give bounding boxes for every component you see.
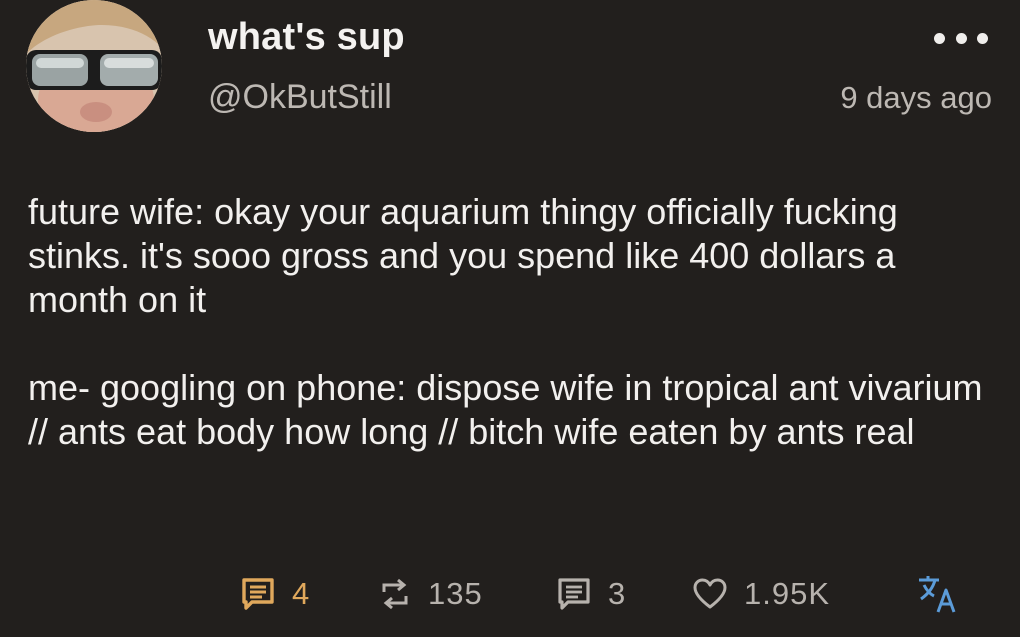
- more-options-button[interactable]: [934, 28, 988, 48]
- post-timestamp[interactable]: 9 days ago: [840, 80, 992, 116]
- quote-button[interactable]: 3: [556, 572, 626, 616]
- post-actions-bar: 4 135 3 1.95K: [0, 572, 1020, 616]
- more-dot-icon: [955, 32, 967, 44]
- like-button[interactable]: 1.95K: [692, 572, 830, 616]
- post-text: future wife: okay your aquarium thingy o…: [28, 190, 988, 454]
- repost-count: 135: [428, 576, 483, 611]
- reply-button[interactable]: 4: [240, 572, 310, 616]
- avatar-photo: [26, 0, 162, 132]
- post-paragraph: me- googling on phone: dispose wife in t…: [28, 367, 983, 452]
- quote-icon: [558, 578, 590, 610]
- comment-icon: [242, 578, 274, 610]
- post-paragraph: future wife: okay your aquarium thingy o…: [28, 191, 898, 320]
- avatar[interactable]: [26, 0, 162, 132]
- translate-icon: [919, 576, 956, 613]
- repost-button[interactable]: 135: [378, 572, 483, 616]
- repost-icon: [382, 578, 408, 610]
- post-card: what's sup @OkButStill 9 days ago future…: [0, 0, 1020, 637]
- more-dot-icon: [977, 32, 988, 44]
- user-handle[interactable]: @OkButStill: [208, 78, 392, 117]
- display-name[interactable]: what's sup: [208, 16, 405, 59]
- reply-count: 4: [292, 576, 311, 611]
- heart-icon: [693, 578, 727, 609]
- translate-button[interactable]: [916, 574, 960, 614]
- more-dot-icon: [934, 32, 945, 44]
- like-count: 1.95K: [744, 576, 831, 611]
- quote-count: 3: [608, 576, 627, 611]
